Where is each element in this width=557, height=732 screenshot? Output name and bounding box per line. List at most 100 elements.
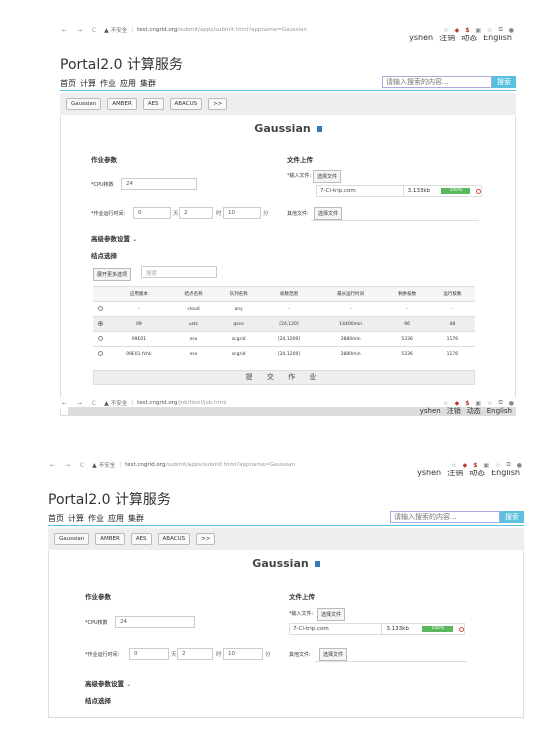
user-links: yshen 注销 动态 English xyxy=(417,470,520,477)
extension-icon[interactable]: ▣ xyxy=(475,400,481,407)
uploaded-file-row: 7-Cl-trip.com 3.133kb 100% xyxy=(316,185,482,197)
header-divider xyxy=(60,90,516,91)
tab-amber[interactable]: AMBER xyxy=(107,98,137,110)
trash-icon[interactable] xyxy=(314,561,320,567)
english-link[interactable]: English xyxy=(483,35,512,43)
star-icon[interactable]: ☆ xyxy=(451,462,456,469)
user-links: yshen 注销 动态 English xyxy=(409,35,512,43)
menu-clusters[interactable]: 集群 xyxy=(140,78,156,89)
browser-toolbar-2: ☆ ◆ $ ▣ ☆ ⧉ ● xyxy=(443,399,514,407)
star-icon[interactable]: ☆ xyxy=(443,27,448,34)
submit-panel: Gaussian 作业参数 *CPU核数 24 *作业运行时间: 0 天 2 时… xyxy=(60,116,516,416)
table-row[interactable]: 09E01-fchk era scgrid [24,1200] 2880min 5336… xyxy=(93,346,475,362)
input-file-label: *输入文件: xyxy=(287,173,312,179)
table-header: 应用版本 结点名称 队列名称 核数范围 最长运行时间 剩余核数 运行核数 xyxy=(93,286,475,302)
row-radio[interactable] xyxy=(97,351,103,357)
row-radio[interactable] xyxy=(97,306,103,311)
choose-file-button[interactable]: 选择文件 xyxy=(313,170,342,183)
submit-job-button[interactable]: 提 交 作 业 xyxy=(93,370,475,385)
site-search: 搜索 xyxy=(382,76,516,88)
profile-icon[interactable]: ● xyxy=(509,400,514,407)
menu-jobs[interactable]: 作业 xyxy=(100,78,116,89)
collections-icon[interactable]: ⧉ xyxy=(498,26,502,34)
shield-icon[interactable]: ◆ xyxy=(455,400,460,407)
expand-options-button[interactable]: 展开更多选项 xyxy=(93,268,132,281)
collections-icon[interactable]: ⧉ xyxy=(498,399,502,407)
chevron-down-icon: ⌄ xyxy=(132,236,138,243)
search-input[interactable] xyxy=(390,511,500,523)
main-menu: 首页 计算 作业 应用 集群 xyxy=(48,514,144,523)
app-title: Gaussian xyxy=(49,557,523,570)
row-radio-selected[interactable] xyxy=(97,321,103,326)
screenshot-lower: ← → C ▲ 不安全 | test.cngrid.org/submit/app… xyxy=(46,458,526,718)
extension-icon[interactable]: ▣ xyxy=(483,462,489,469)
tab-aes[interactable]: AES xyxy=(142,98,164,110)
browser-toolbar: ☆ ◆ $ ▣ ☆ ⧉ ● xyxy=(451,461,522,469)
warning-icon: ▲ xyxy=(92,461,97,469)
node-table: 应用版本 结点名称 队列名称 核数范围 最长运行时间 剩余核数 运行核数 - cl… xyxy=(93,286,475,362)
site-title: Portal2.0 计算服务 xyxy=(60,57,183,73)
favorites-icon[interactable]: ☆ xyxy=(495,462,500,469)
hours-input[interactable]: 2 xyxy=(179,207,213,219)
activity-link[interactable]: 动态 xyxy=(461,35,477,43)
cpu-input[interactable]: 24 xyxy=(121,178,197,190)
cpu-label: *CPU核数 xyxy=(91,182,114,188)
shield-icon[interactable]: ◆ xyxy=(463,462,468,469)
user-name-link[interactable]: yshen xyxy=(409,35,433,43)
warning-icon: ▲ xyxy=(104,26,109,34)
file-name: 7-Cl-trip.com xyxy=(320,188,356,194)
app-tabs: Gaussian AMBER AES ABACUS >> xyxy=(60,93,516,115)
shield-icon[interactable]: ◆ xyxy=(455,27,460,34)
user-links-2: yshen 注销 动态 English xyxy=(68,407,516,416)
favorites-icon[interactable]: ☆ xyxy=(487,27,492,34)
menu-compute[interactable]: 计算 xyxy=(80,78,96,89)
url-text[interactable]: test.cngrid.org/submit/apps/submit.html?… xyxy=(137,27,307,33)
upload-progress-bar: 100% xyxy=(441,188,471,194)
advanced-settings-toggle[interactable]: 高级参数设置 ⌄ xyxy=(91,233,137,243)
profile-icon[interactable]: ● xyxy=(509,27,514,34)
file-size: 3.133kb xyxy=(402,186,438,196)
site-title: Portal2.0 计算服务 xyxy=(48,492,171,508)
time-label: *作业运行时间: xyxy=(91,211,126,217)
days-input[interactable]: 0 xyxy=(133,207,171,219)
other-files-label: 其他文件: xyxy=(287,211,309,217)
tab-gaussian[interactable]: Gaussian xyxy=(66,98,102,110)
site-search: 搜索 xyxy=(390,511,524,523)
search-input[interactable] xyxy=(382,76,492,88)
profile-icon[interactable]: ● xyxy=(517,462,522,469)
table-row[interactable]: 09E01 era scgrid [24,1200] 2880min 5336 1176 xyxy=(93,331,475,347)
menu-home[interactable]: 首页 xyxy=(60,78,76,89)
table-row[interactable]: - cloud any ---- xyxy=(93,301,475,317)
minutes-input[interactable]: 10 xyxy=(223,207,261,219)
tab-abacus[interactable]: ABACUS xyxy=(169,98,203,110)
search-button[interactable]: 搜索 xyxy=(492,76,516,88)
dollar-icon[interactable]: $ xyxy=(465,400,469,407)
app-title: Gaussian xyxy=(61,122,515,135)
node-select-heading: 结点选择 xyxy=(91,252,117,260)
job-params-heading: 作业参数 xyxy=(91,156,117,164)
tab-more[interactable]: >> xyxy=(208,98,228,110)
trash-icon[interactable] xyxy=(316,126,322,132)
row-radio[interactable] xyxy=(97,336,103,341)
app-tabs: Gaussian AMBER AES ABACUS >> xyxy=(48,528,524,550)
table-row[interactable]: 09 ustc qsce [24,120] 14400min 96 48 xyxy=(93,316,475,332)
remove-file-icon[interactable] xyxy=(476,188,482,194)
search-button[interactable]: 搜索 xyxy=(500,511,524,523)
collections-icon[interactable]: ⧉ xyxy=(506,461,510,469)
insecure-label: 不安全 xyxy=(110,28,128,34)
browser-nav-icons[interactable]: ← → C xyxy=(62,27,100,34)
node-search-input[interactable]: 搜索 xyxy=(141,266,217,278)
star-icon[interactable]: ☆ xyxy=(443,400,448,407)
extension-icon[interactable]: ▣ xyxy=(475,27,481,34)
menu-apps[interactable]: 应用 xyxy=(120,78,136,89)
remove-file-icon[interactable] xyxy=(459,626,464,632)
favorites-icon[interactable]: ☆ xyxy=(487,400,492,407)
logout-link[interactable]: 注销 xyxy=(439,35,455,43)
url-text-2[interactable]: test.cngrid.org/job/html/job.html xyxy=(137,400,227,406)
dollar-icon[interactable]: $ xyxy=(465,27,469,34)
browser-toolbar: ☆ ◆ $ ▣ ☆ ⧉ ● xyxy=(443,26,514,34)
choose-other-file-button[interactable]: 选择文件 xyxy=(314,207,343,220)
submit-panel: Gaussian 作业参数 *CPU核数 24 *作业运行时间: 0 天 2 时… xyxy=(48,551,524,718)
dollar-icon[interactable]: $ xyxy=(473,462,477,469)
url-text[interactable]: test.cngrid.org/submit/apps/submit.html?… xyxy=(125,462,295,468)
